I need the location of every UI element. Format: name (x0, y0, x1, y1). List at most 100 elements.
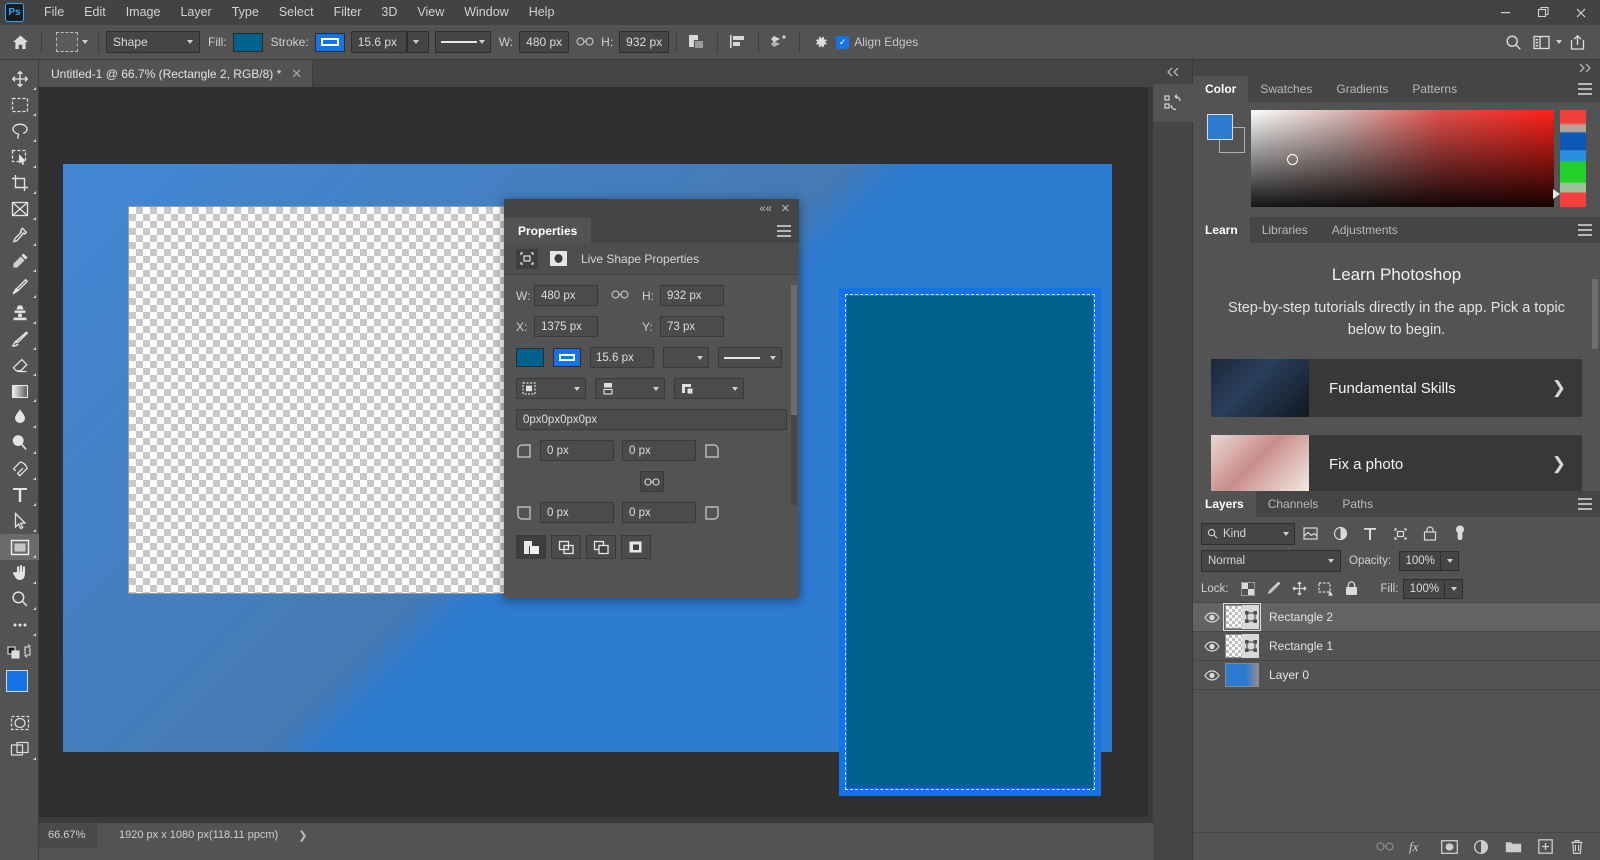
layer-visibility-icon[interactable] (1199, 669, 1225, 681)
lock-image-pixels-icon[interactable] (1261, 577, 1287, 601)
pen-tool[interactable] (0, 456, 39, 482)
tab-properties[interactable]: Properties (504, 218, 592, 243)
link-corners-icon[interactable] (639, 471, 664, 492)
layer-visibility-icon[interactable] (1199, 640, 1225, 652)
panel-resize-handle[interactable] (789, 588, 799, 598)
dodge-tool[interactable] (0, 430, 39, 456)
type-tool[interactable] (0, 482, 39, 508)
link-icon[interactable] (598, 289, 642, 303)
blur-tool[interactable] (0, 404, 39, 430)
tab-gradients[interactable]: Gradients (1324, 76, 1401, 102)
menu-file[interactable]: File (34, 1, 74, 24)
layer-thumbnail[interactable] (1223, 603, 1261, 631)
panel-menu-icon[interactable] (1578, 498, 1592, 510)
gear-icon[interactable] (807, 29, 833, 55)
height-input[interactable]: 932 px (619, 31, 670, 53)
layer-thumbnail[interactable] (1225, 634, 1259, 658)
panel-menu-icon[interactable] (777, 225, 791, 237)
tab-learn[interactable]: Learn (1193, 217, 1250, 243)
rectangle-tool[interactable] (0, 534, 39, 560)
tab-color[interactable]: Color (1193, 76, 1249, 102)
corner-top-right-input[interactable]: 0 px (622, 440, 696, 461)
panel-menu-icon[interactable] (1578, 83, 1592, 95)
stroke-style-select[interactable] (718, 347, 782, 368)
rectangular-marquee-tool[interactable] (0, 92, 39, 118)
screen-mode-icon[interactable] (0, 736, 39, 762)
foreground-color-swatch[interactable] (6, 670, 28, 692)
color-swatches[interactable] (0, 668, 39, 710)
menu-layer[interactable]: Layer (170, 1, 221, 24)
filter-shape-icon[interactable] (1385, 522, 1415, 546)
menu-select[interactable]: Select (269, 1, 324, 24)
frame-tool[interactable] (0, 196, 39, 222)
workspace-icon[interactable] (1528, 29, 1554, 55)
menu-3d[interactable]: 3D (371, 1, 407, 24)
filter-pixel-icon[interactable] (1295, 522, 1325, 546)
menu-filter[interactable]: Filter (324, 1, 372, 24)
stroke-swatch[interactable] (553, 348, 581, 367)
tab-libraries[interactable]: Libraries (1249, 217, 1320, 243)
eraser-tool[interactable] (0, 352, 39, 378)
zoom-level-input[interactable]: 66.67% (39, 822, 97, 848)
collapse-panel-icon[interactable]: «« (760, 203, 772, 215)
restore-button[interactable] (1524, 0, 1562, 25)
hue-slider[interactable] (1553, 110, 1586, 207)
filter-toggle-icon[interactable] (1445, 522, 1475, 546)
rectangle-2-shape[interactable] (839, 288, 1101, 796)
filter-type-icon[interactable] (1355, 522, 1385, 546)
path-operations-icon[interactable] (684, 29, 710, 55)
tab-layers[interactable]: Layers (1193, 491, 1256, 517)
learn-panel-scrollbar[interactable] (1592, 269, 1598, 469)
opacity-input[interactable]: 100% (1399, 551, 1442, 571)
new-layer-op-button[interactable] (516, 535, 546, 559)
fill-swatch[interactable] (232, 32, 263, 52)
lock-transparent-pixels-icon[interactable] (1235, 577, 1261, 601)
stroke-width-input[interactable]: 15.6 px (350, 31, 407, 53)
learn-card-fix-a-photo[interactable]: Fix a photo ❯ (1211, 435, 1582, 491)
corner-bottom-left-input[interactable]: 0 px (540, 502, 614, 523)
menu-help[interactable]: Help (519, 1, 565, 24)
delete-layer-icon[interactable] (1564, 835, 1590, 859)
intersect-shapes-op-button[interactable] (621, 535, 651, 559)
lock-artboard-nesting-icon[interactable] (1313, 577, 1339, 601)
fill-stepper[interactable] (1445, 578, 1464, 599)
menu-window[interactable]: Window (454, 1, 518, 24)
link-wh-icon[interactable] (576, 35, 594, 50)
lasso-tool[interactable] (0, 118, 39, 144)
history-brush-tool[interactable] (0, 326, 39, 352)
add-layer-mask-icon[interactable] (1436, 835, 1462, 859)
table-row[interactable]: Layer 0 (1193, 661, 1600, 690)
object-selection-tool[interactable] (0, 144, 39, 170)
shape-transform-icon[interactable] (516, 248, 538, 269)
stroke-swatch[interactable] (314, 32, 345, 52)
foreground-color-swatch[interactable] (1207, 114, 1233, 140)
opacity-stepper[interactable] (1441, 551, 1460, 571)
status-menu-arrow-icon[interactable]: ❯ (298, 829, 307, 842)
home-icon[interactable] (6, 29, 34, 55)
link-layers-icon[interactable] (1372, 835, 1398, 859)
tool-mode-select[interactable]: Shape (106, 31, 200, 53)
tab-patterns[interactable]: Patterns (1400, 76, 1470, 102)
x-input[interactable]: 1375 px (534, 316, 598, 337)
lock-position-icon[interactable] (1287, 577, 1313, 601)
default-colors-and-swap[interactable] (0, 638, 39, 664)
stroke-width-input[interactable]: 15.6 px (590, 347, 654, 368)
menu-view[interactable]: View (407, 1, 454, 24)
tab-paths[interactable]: Paths (1330, 491, 1386, 517)
combine-shapes-op-button[interactable] (551, 535, 581, 559)
align-edges-checkbox[interactable]: ✓ Align Edges (836, 35, 918, 49)
lock-all-icon[interactable] (1339, 577, 1365, 601)
new-layer-icon[interactable] (1532, 835, 1558, 859)
subtract-front-op-button[interactable] (586, 535, 616, 559)
stroke-width-stepper[interactable] (663, 347, 709, 368)
close-icon[interactable]: ✕ (291, 66, 302, 82)
width-input[interactable]: 480 px (519, 31, 570, 53)
corner-radius-summary[interactable]: 0px0px0px0px (516, 409, 787, 430)
minimize-button[interactable] (1486, 0, 1524, 25)
clone-stamp-tool[interactable] (0, 300, 39, 326)
path-selection-tool[interactable] (0, 508, 39, 534)
document-tab[interactable]: Untitled-1 @ 66.7% (Rectangle 2, RGB/8) … (39, 60, 314, 87)
chevron-down-icon[interactable] (1556, 40, 1562, 44)
stroke-style-select[interactable] (434, 31, 491, 53)
stroke-width-stepper[interactable] (406, 31, 429, 53)
